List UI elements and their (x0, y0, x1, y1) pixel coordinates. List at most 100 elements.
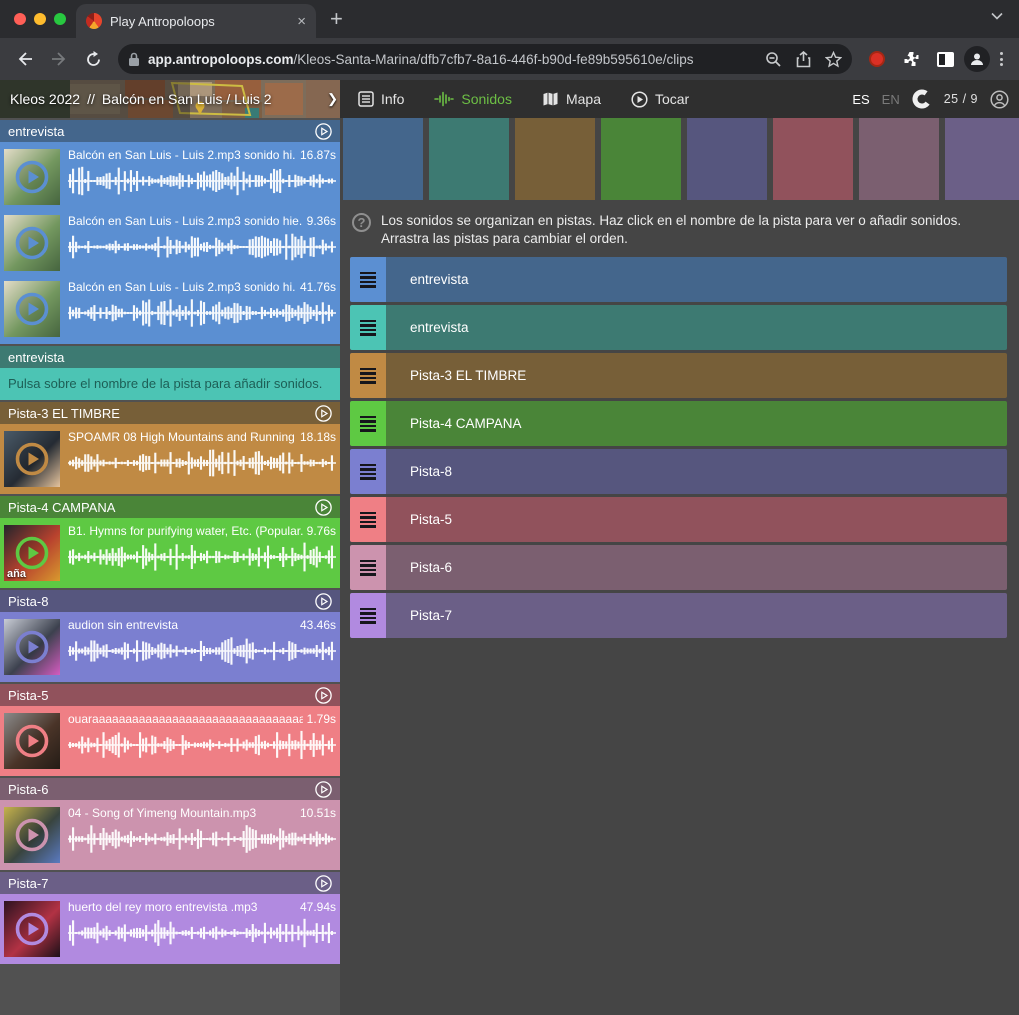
track-play-icon[interactable] (315, 499, 332, 516)
clip-play-icon[interactable] (15, 292, 49, 326)
nav-tab-info[interactable]: Info (358, 91, 404, 107)
track-play-icon[interactable] (315, 123, 332, 140)
audio-clip[interactable]: audion sin entrevista43.46s (4, 616, 336, 678)
track-color-square[interactable] (601, 118, 681, 200)
track-header[interactable]: entrevista (0, 120, 340, 142)
audio-clip[interactable]: Balcón en San Luis - Luis 2.mp3 sonido h… (4, 212, 336, 274)
track-row[interactable]: Pista-3 EL TIMBRE (350, 353, 1007, 398)
track-header[interactable]: Pista-5 (0, 684, 340, 706)
drag-handle-icon[interactable] (350, 353, 386, 398)
track-play-icon[interactable] (315, 593, 332, 610)
tab-close-icon[interactable]: × (297, 13, 306, 30)
recorder-extension-icon[interactable] (862, 44, 892, 74)
tab-search-chevron-icon[interactable] (991, 12, 1003, 20)
track-play-icon[interactable] (315, 687, 332, 704)
track-color-square[interactable] (515, 118, 595, 200)
zoom-window-button[interactable] (54, 13, 66, 25)
drag-handle-icon[interactable] (350, 257, 386, 302)
clip-thumbnail[interactable] (4, 149, 60, 205)
track-row-body[interactable]: Pista-7 (386, 593, 1007, 638)
drag-handle-icon[interactable] (350, 593, 386, 638)
nav-tab-tocar[interactable]: Tocar (631, 91, 689, 108)
track-row[interactable]: Pista-6 (350, 545, 1007, 590)
audio-clip[interactable]: huerto del rey moro entrevista .mp347.94… (4, 898, 336, 960)
close-window-button[interactable] (14, 13, 26, 25)
track-header[interactable]: entrevista (0, 346, 340, 368)
clip-play-icon[interactable] (15, 226, 49, 260)
audio-clip[interactable]: 04 - Song of Yimeng Mountain.mp310.51s (4, 804, 336, 866)
clip-thumbnail[interactable] (4, 431, 60, 487)
track-row-body[interactable]: Pista-6 (386, 545, 1007, 590)
drag-handle-icon[interactable] (350, 545, 386, 590)
clip-thumbnail[interactable] (4, 281, 60, 337)
browser-menu-icon[interactable] (994, 52, 1009, 66)
clip-waveform[interactable] (68, 918, 336, 948)
track-color-square[interactable] (945, 118, 1019, 200)
clip-waveform[interactable] (68, 166, 336, 196)
track-color-square[interactable] (343, 118, 423, 200)
track-play-icon[interactable] (315, 875, 332, 892)
clip-play-icon[interactable] (15, 536, 49, 570)
audio-clip[interactable]: Balcón en San Luis - Luis 2.mp3 sonido h… (4, 278, 336, 340)
clip-waveform[interactable] (68, 636, 336, 666)
track-color-square[interactable] (429, 118, 509, 200)
profile-avatar[interactable] (964, 46, 990, 72)
clip-thumbnail[interactable] (4, 807, 60, 863)
track-header[interactable]: Pista-8 (0, 590, 340, 612)
reload-button[interactable] (78, 44, 108, 74)
track-row-body[interactable]: Pista-4 CAMPANA (386, 401, 1007, 446)
clip-play-icon[interactable] (15, 912, 49, 946)
new-tab-button[interactable]: + (330, 6, 343, 32)
track-header[interactable]: Pista-7 (0, 872, 340, 894)
nav-tab-mapa[interactable]: Mapa (542, 91, 601, 107)
clip-thumbnail[interactable] (4, 901, 60, 957)
browser-tab[interactable]: Play Antropoloops × (76, 4, 316, 38)
clip-thumbnail[interactable] (4, 619, 60, 675)
drag-handle-icon[interactable] (350, 305, 386, 350)
secure-lock-icon[interactable] (128, 52, 140, 67)
account-icon[interactable] (990, 90, 1009, 109)
track-row-body[interactable]: Pista-8 (386, 449, 1007, 494)
track-row-body[interactable]: Pista-3 EL TIMBRE (386, 353, 1007, 398)
back-button[interactable] (10, 44, 40, 74)
drag-handle-icon[interactable] (350, 497, 386, 542)
audio-clip[interactable]: SPOAMR 08 High Mountains and Running ...… (4, 428, 336, 490)
map-expand-chevron-icon[interactable]: ❯ (327, 91, 338, 107)
breadcrumb-project[interactable]: Kleos 2022 (10, 91, 80, 107)
clip-waveform[interactable] (68, 542, 336, 572)
track-row[interactable]: Pista-7 (350, 593, 1007, 638)
drag-handle-icon[interactable] (350, 449, 386, 494)
minimize-window-button[interactable] (34, 13, 46, 25)
address-bar[interactable]: app.antropoloops.com/Kleos-Santa-Marina/… (118, 44, 852, 74)
clip-thumbnail[interactable] (4, 713, 60, 769)
bookmark-star-icon[interactable] (825, 51, 842, 68)
clip-play-icon[interactable] (15, 818, 49, 852)
lang-es-button[interactable]: ES (852, 92, 869, 107)
extensions-puzzle-icon[interactable] (896, 44, 926, 74)
clip-waveform[interactable] (68, 824, 336, 854)
track-header[interactable]: Pista-4 CAMPANA (0, 496, 340, 518)
track-row-body[interactable]: entrevista (386, 257, 1007, 302)
audio-clip[interactable]: añaB1. Hymns for purifying water, Etc. (… (4, 522, 336, 584)
track-color-square[interactable] (687, 118, 767, 200)
clip-waveform[interactable] (68, 730, 336, 760)
track-color-square[interactable] (859, 118, 939, 200)
clip-play-icon[interactable] (15, 630, 49, 664)
track-color-square[interactable] (773, 118, 853, 200)
audio-clip[interactable]: ouaraaaaaaaaaaaaaaaaaaaaaaaaaaaaaaaaaaaa… (4, 710, 336, 772)
track-row[interactable]: entrevista (350, 305, 1007, 350)
lang-en-button[interactable]: EN (882, 92, 900, 107)
clip-play-icon[interactable] (15, 724, 49, 758)
nav-tab-sonidos[interactable]: Sonidos (434, 91, 512, 107)
track-row[interactable]: Pista-4 CAMPANA (350, 401, 1007, 446)
audio-clip[interactable]: Balcón en San Luis - Luis 2.mp3 sonido h… (4, 146, 336, 208)
track-row[interactable]: Pista-8 (350, 449, 1007, 494)
clip-thumbnail[interactable]: aña (4, 525, 60, 581)
track-header[interactable]: Pista-3 EL TIMBRE (0, 402, 340, 424)
clip-thumbnail[interactable] (4, 215, 60, 271)
clip-waveform[interactable] (68, 448, 336, 478)
track-row[interactable]: entrevista (350, 257, 1007, 302)
zoom-indicator-icon[interactable] (765, 51, 782, 68)
clip-play-icon[interactable] (15, 442, 49, 476)
track-header[interactable]: Pista-6 (0, 778, 340, 800)
